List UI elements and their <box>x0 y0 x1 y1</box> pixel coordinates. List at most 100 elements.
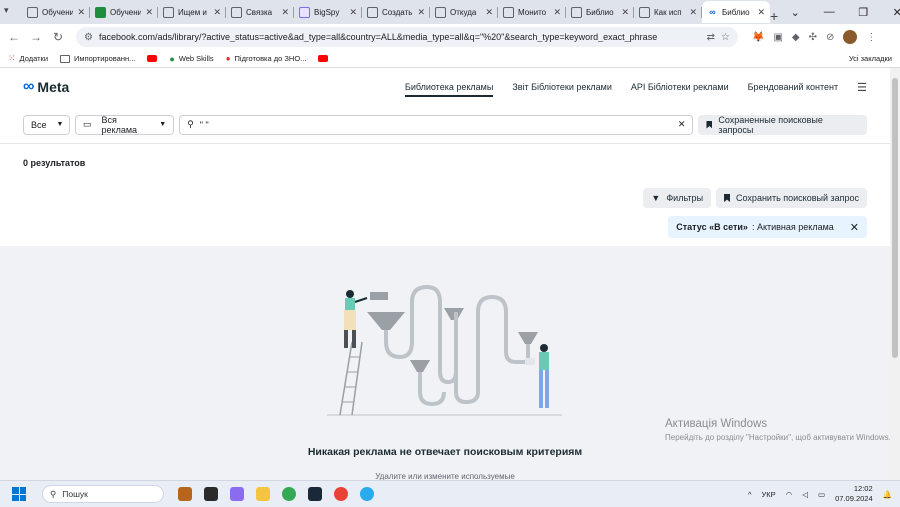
site-info-icon[interactable]: ⚙ <box>84 32 93 43</box>
meta-logo[interactable]: ∞ Meta <box>23 78 69 96</box>
volume-icon[interactable]: ◁ <box>802 490 808 499</box>
bookmarks-bar: ⁙ Додатки Импортированн... ● Web Skills ● П… <box>0 50 900 68</box>
page-icon <box>163 6 174 18</box>
chevron-down-icon[interactable]: ⌄ <box>778 6 812 19</box>
browser-tab[interactable]: Обучение✕ <box>90 1 158 23</box>
clock[interactable]: 12:02 07.09.2024 <box>835 484 873 504</box>
close-tab-icon[interactable]: ✕ <box>553 7 561 18</box>
terminal-app-icon[interactable] <box>204 487 218 501</box>
nav-ad-library-report[interactable]: Звіт Бібліотеки реклами <box>512 82 612 92</box>
battery-icon[interactable]: ▭ <box>818 490 825 499</box>
steam-app-icon[interactable] <box>308 487 322 501</box>
translate-icon[interactable]: ⇄ <box>707 32 715 43</box>
bookmark-apps[interactable]: ⁙ Додатки <box>8 53 48 64</box>
bookmark-zno[interactable]: ● Підготовка до ЗНО... <box>226 54 307 63</box>
browser-tab[interactable]: BigSpy ✕ <box>294 1 362 23</box>
browser-toolbar: ← → ↻ ⚙ facebook.com/ads/library/?active… <box>0 24 900 50</box>
profile-avatar[interactable] <box>843 30 858 44</box>
close-tab-icon[interactable]: ✕ <box>689 7 697 18</box>
nav-ad-library-api[interactable]: API Бібліотеки реклами <box>631 82 729 92</box>
wifi-icon[interactable]: ◠ <box>786 490 793 499</box>
chrome-profile-app-icon[interactable] <box>334 487 348 501</box>
briefcase-app-icon[interactable] <box>178 487 192 501</box>
chrome-app-icon[interactable] <box>282 487 296 501</box>
copilot-app-icon[interactable] <box>230 487 244 501</box>
new-tab-button[interactable]: + <box>770 8 778 24</box>
bigspy-icon <box>299 6 310 18</box>
close-tab-icon[interactable]: ✕ <box>485 7 493 18</box>
maximize-button[interactable]: ❐ <box>846 6 880 19</box>
tray-chevron-icon[interactable]: ^ <box>748 490 752 499</box>
search-filters-bar: Все ▼ ▭ Вся реклама ▼ ⚲ " " ✕ Сохраненны… <box>0 106 890 144</box>
bookmark-imported[interactable]: Импортированн... <box>60 54 135 63</box>
address-bar[interactable]: ⚙ facebook.com/ads/library/?active_statu… <box>76 27 738 47</box>
close-tab-icon[interactable]: ✕ <box>757 7 765 18</box>
sync-icon[interactable]: ⊘ <box>826 32 834 43</box>
menu-icon[interactable]: ☰ <box>857 81 867 94</box>
save-search-button[interactable]: Сохранить поисковый запрос <box>716 188 867 208</box>
browser-tab[interactable]: Создать ✕ <box>362 1 430 23</box>
country-select[interactable]: Все ▼ <box>23 114 70 135</box>
bookmark-icon <box>724 194 731 202</box>
nav-branded-content[interactable]: Брендований контент <box>748 82 839 92</box>
saved-searches-button[interactable]: Сохраненные поисковые запросы <box>698 114 867 135</box>
close-tab-icon[interactable]: ✕ <box>213 7 221 18</box>
nav-ad-library[interactable]: Библиотека рекламы <box>404 77 494 97</box>
browser-tab[interactable]: Связка ✕ <box>226 1 294 23</box>
tab-title: Монито <box>518 7 547 17</box>
close-tab-icon[interactable]: ✕ <box>417 7 425 18</box>
browser-menu-icon[interactable]: ⋮ <box>866 32 876 43</box>
tab-list: Обучение✕Обучение✕Ищем и✕Связка✕BigSpy✕С… <box>0 0 770 24</box>
all-bookmarks[interactable]: Усі закладки <box>845 54 892 63</box>
search-input[interactable]: ⚲ " " ✕ <box>179 114 694 135</box>
notifications-icon[interactable]: 🔔 <box>883 490 892 499</box>
bookmark-youtube-2[interactable] <box>318 55 329 62</box>
extensions-puzzle-icon[interactable]: ✣ <box>809 32 817 43</box>
remove-filter-icon[interactable]: ✕ <box>850 221 859 234</box>
youtube-icon <box>147 55 158 62</box>
language-indicator[interactable]: УКР <box>762 490 776 499</box>
url-text[interactable]: facebook.com/ads/library/?active_status=… <box>99 32 701 42</box>
close-tab-icon[interactable]: ✕ <box>281 7 289 18</box>
bookmark-youtube[interactable] <box>147 55 158 62</box>
filter-icon: ▼ <box>651 193 661 203</box>
results-count: 0 результатов <box>23 158 86 168</box>
page-scrollbar[interactable] <box>890 68 900 480</box>
caret-down-icon: ▼ <box>159 121 167 128</box>
close-window-button[interactable]: ✕ <box>880 6 900 19</box>
forward-button[interactable]: → <box>28 30 44 44</box>
close-tab-icon[interactable]: ✕ <box>77 7 85 18</box>
file-explorer-icon[interactable] <box>256 487 270 501</box>
bookmark-web-skills[interactable]: ● Web Skills <box>169 54 213 64</box>
browser-tab[interactable]: Ищем и ✕ <box>158 1 226 23</box>
filters-button[interactable]: ▼ Фильтры <box>643 188 712 208</box>
window-controls: ⌄ — ❐ ✕ <box>778 0 900 24</box>
web-skills-icon: ● <box>169 53 175 64</box>
browser-tab[interactable]: Библио ✕ <box>566 1 634 23</box>
metamask-extension-icon[interactable]: 🦊 <box>752 32 764 43</box>
tab-title: Библио <box>722 7 750 17</box>
extension-icon[interactable]: ▣ <box>773 32 782 43</box>
empty-state: Никакая реклама не отвечает поисковым кр… <box>0 246 890 480</box>
close-tab-icon[interactable]: ✕ <box>349 7 357 18</box>
taskbar-search[interactable]: ⚲ Пошук <box>42 485 164 503</box>
browser-tab[interactable]: Как исп ✕ <box>634 1 702 23</box>
tab-search-icon[interactable]: ▾ <box>4 5 18 19</box>
caret-down-icon: ▼ <box>56 121 64 128</box>
browser-tab[interactable]: Откуда ✕ <box>430 1 498 23</box>
ad-type-select[interactable]: ▭ Вся реклама ▼ <box>75 114 175 135</box>
extension-icon-2[interactable]: ◆ <box>792 32 800 43</box>
bookmark-star-icon[interactable]: ☆ <box>721 32 730 43</box>
windows-start-icon[interactable] <box>12 487 26 501</box>
browser-tab[interactable]: Монито ✕ <box>498 1 566 23</box>
close-tab-icon[interactable]: ✕ <box>621 7 629 18</box>
close-tab-icon[interactable]: ✕ <box>145 7 153 18</box>
reload-button[interactable]: ↻ <box>50 30 66 44</box>
browser-tab[interactable]: ∞ Библио ✕ <box>702 1 770 23</box>
scrollbar-thumb[interactable] <box>892 78 898 358</box>
telegram-app-icon[interactable] <box>360 487 374 501</box>
browser-tab[interactable]: Обучение✕ <box>22 1 90 23</box>
clear-search-icon[interactable]: ✕ <box>678 119 686 130</box>
back-button[interactable]: ← <box>6 30 22 44</box>
minimize-button[interactable]: — <box>812 6 846 18</box>
